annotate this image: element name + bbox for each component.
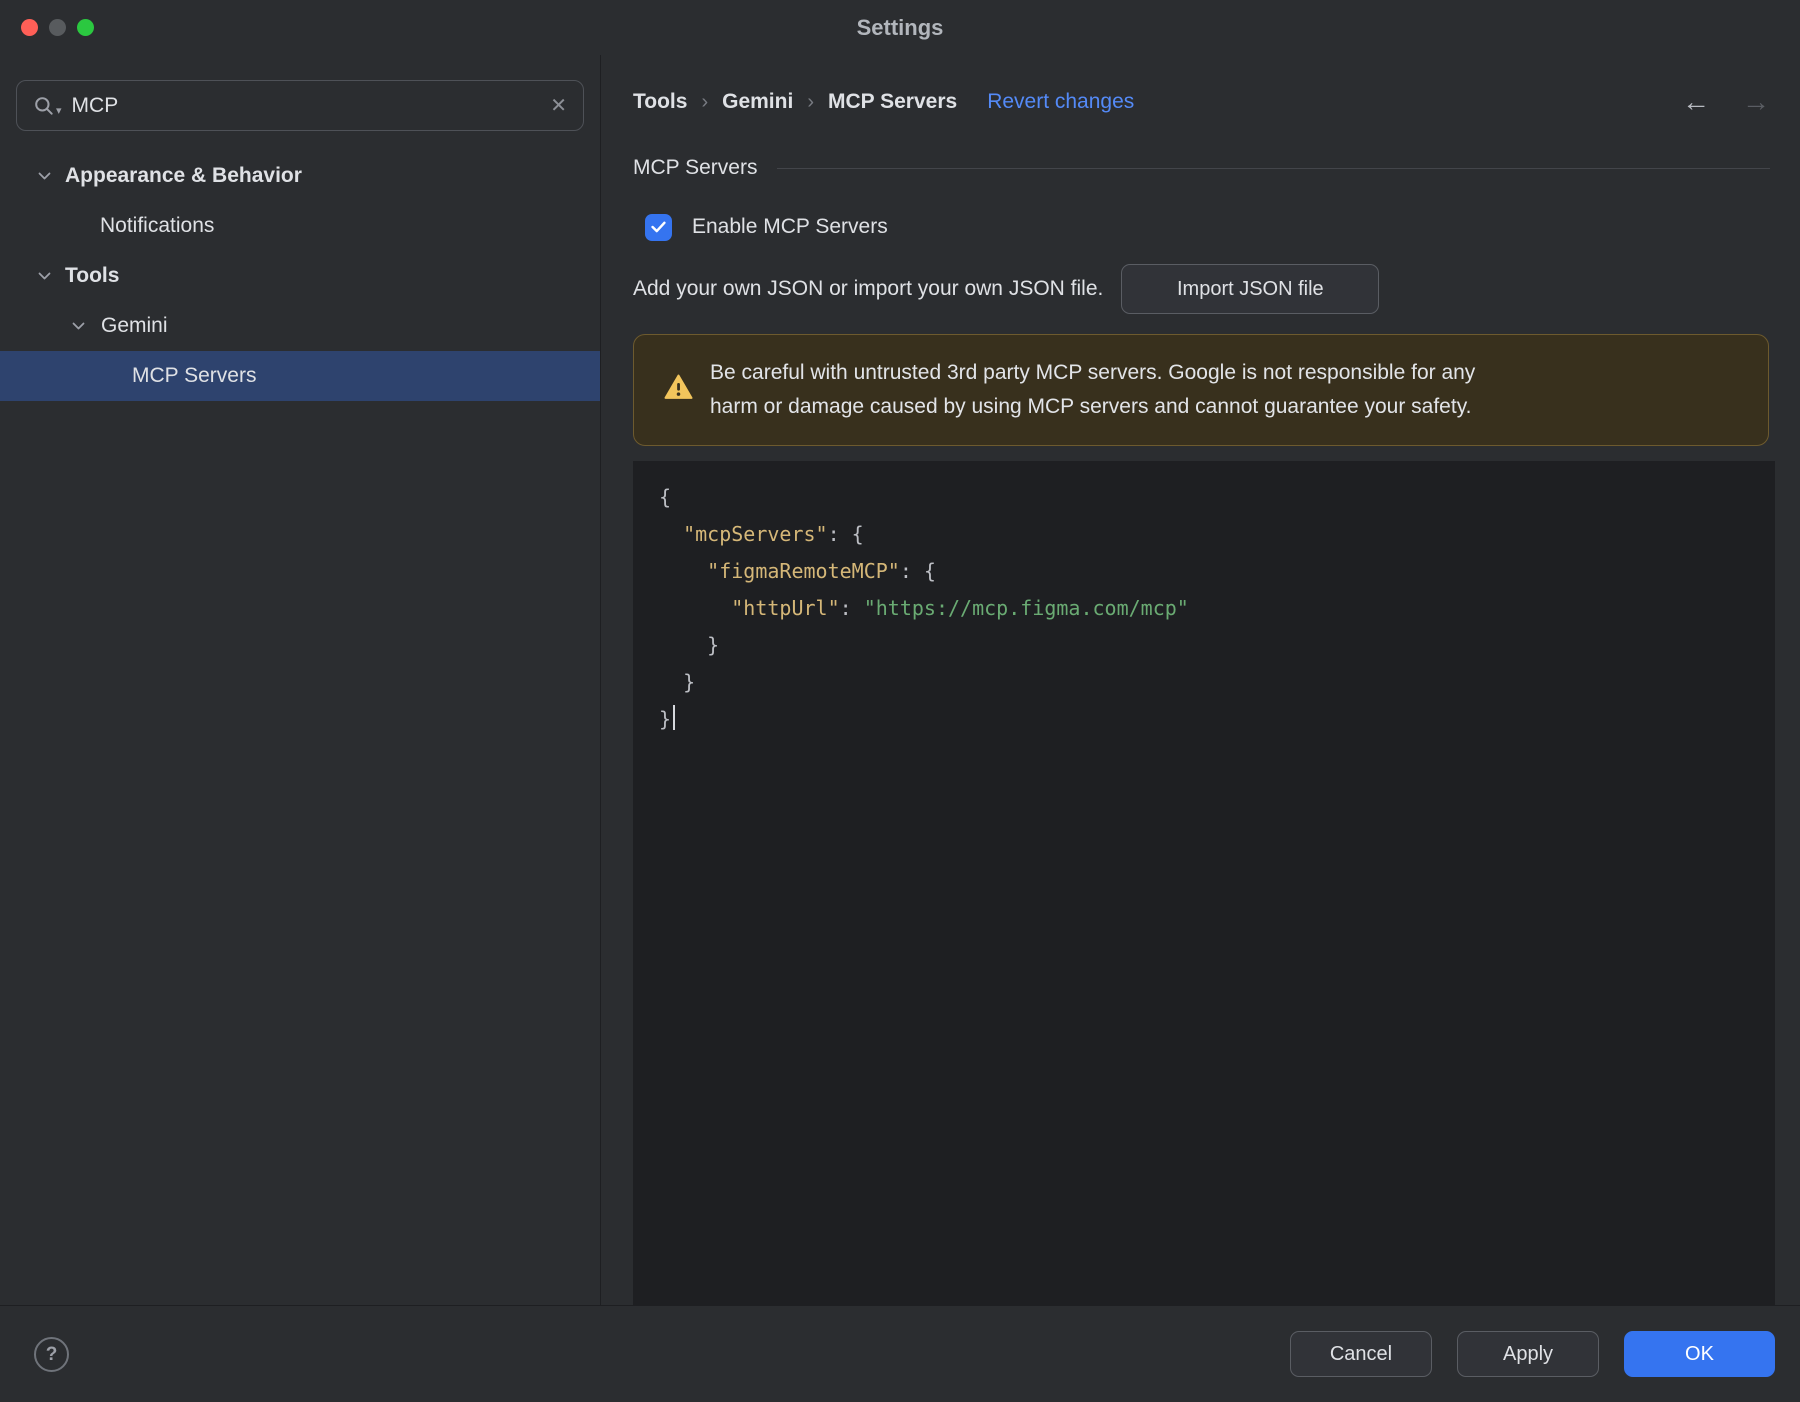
settings-tree: Appearance & Behavior Notifications Tool… bbox=[0, 151, 600, 401]
warning-text: Be careful with untrusted 3rd party MCP … bbox=[710, 356, 1475, 424]
enable-mcp-row: Enable MCP Servers bbox=[645, 204, 888, 250]
warning-banner: Be careful with untrusted 3rd party MCP … bbox=[633, 334, 1769, 446]
tree-label: Gemini bbox=[101, 314, 168, 337]
search-icon[interactable]: ▾ bbox=[33, 95, 62, 117]
text-cursor bbox=[673, 705, 676, 730]
clear-search-icon[interactable]: ✕ bbox=[550, 96, 567, 116]
help-icon[interactable]: ? bbox=[34, 1337, 69, 1372]
revert-changes-link[interactable]: Revert changes bbox=[987, 90, 1134, 114]
chevron-down-icon[interactable] bbox=[38, 272, 51, 280]
import-json-button[interactable]: Import JSON file bbox=[1121, 264, 1380, 314]
json-editor-code: { "mcpServers": { "figmaRemoteMCP": { "h… bbox=[659, 485, 1189, 731]
tree-label: Appearance & Behavior bbox=[65, 164, 302, 187]
chevron-down-icon[interactable] bbox=[38, 172, 51, 180]
settings-sidebar: ▾ ✕ Appearance & Behavior Notifications … bbox=[0, 55, 601, 1305]
breadcrumb-separator: › bbox=[807, 90, 814, 113]
footer: ? Cancel Apply OK bbox=[0, 1305, 1800, 1402]
help-glyph: ? bbox=[45, 1343, 58, 1365]
breadcrumb-mcp-servers[interactable]: MCP Servers bbox=[828, 90, 957, 114]
tree-item-notifications[interactable]: Notifications bbox=[0, 201, 600, 251]
tree-item-tools[interactable]: Tools bbox=[0, 251, 600, 301]
import-instruction: Add your own JSON or import your own JSO… bbox=[633, 277, 1104, 300]
apply-button[interactable]: Apply bbox=[1457, 1331, 1599, 1377]
settings-content: Tools › Gemini › MCP Servers Revert chan… bbox=[601, 55, 1800, 1305]
history-navigation: ← → bbox=[1682, 80, 1770, 124]
tree-label: MCP Servers bbox=[132, 364, 257, 387]
tree-label: Tools bbox=[65, 264, 120, 287]
warning-text-line2: harm or damage caused by using MCP serve… bbox=[710, 395, 1472, 418]
settings-window: Settings ▾ ✕ Appearance & Behavior bbox=[0, 0, 1800, 1402]
breadcrumb-tools[interactable]: Tools bbox=[633, 90, 687, 114]
warning-text-line1: Be careful with untrusted 3rd party MCP … bbox=[710, 361, 1476, 384]
section-header: MCP Servers bbox=[633, 146, 1770, 190]
cancel-button[interactable]: Cancel bbox=[1290, 1331, 1432, 1377]
footer-buttons: Cancel Apply OK bbox=[1290, 1331, 1775, 1377]
breadcrumb-separator: › bbox=[701, 90, 709, 113]
json-editor[interactable]: { "mcpServers": { "figmaRemoteMCP": { "h… bbox=[633, 461, 1775, 1305]
chevron-down-icon[interactable] bbox=[72, 322, 85, 330]
titlebar: Settings bbox=[0, 0, 1800, 55]
tree-item-gemini[interactable]: Gemini bbox=[0, 301, 600, 351]
ok-button[interactable]: OK bbox=[1624, 1331, 1775, 1377]
breadcrumb-gemini[interactable]: Gemini bbox=[722, 90, 793, 114]
search-options-caret-icon: ▾ bbox=[56, 104, 62, 117]
section-divider bbox=[777, 167, 1770, 169]
enable-mcp-checkbox[interactable] bbox=[645, 213, 672, 241]
search-box[interactable]: ▾ ✕ bbox=[16, 80, 584, 131]
tree-label: Notifications bbox=[100, 214, 215, 237]
section-title: MCP Servers bbox=[633, 156, 758, 179]
search-input[interactable] bbox=[71, 93, 541, 118]
breadcrumb: Tools › Gemini › MCP Servers Revert chan… bbox=[633, 80, 1134, 124]
import-row: Add your own JSON or import your own JSO… bbox=[633, 264, 1380, 314]
back-arrow-icon[interactable]: ← bbox=[1682, 86, 1710, 118]
enable-mcp-label: Enable MCP Servers bbox=[692, 215, 888, 238]
tree-item-appearance-behavior[interactable]: Appearance & Behavior bbox=[0, 151, 600, 201]
window-title: Settings bbox=[856, 15, 944, 40]
warning-icon bbox=[664, 374, 693, 406]
forward-arrow-icon[interactable]: → bbox=[1742, 86, 1770, 118]
tree-item-mcp-servers[interactable]: MCP Servers bbox=[0, 351, 600, 401]
checkmark-icon bbox=[651, 221, 666, 233]
